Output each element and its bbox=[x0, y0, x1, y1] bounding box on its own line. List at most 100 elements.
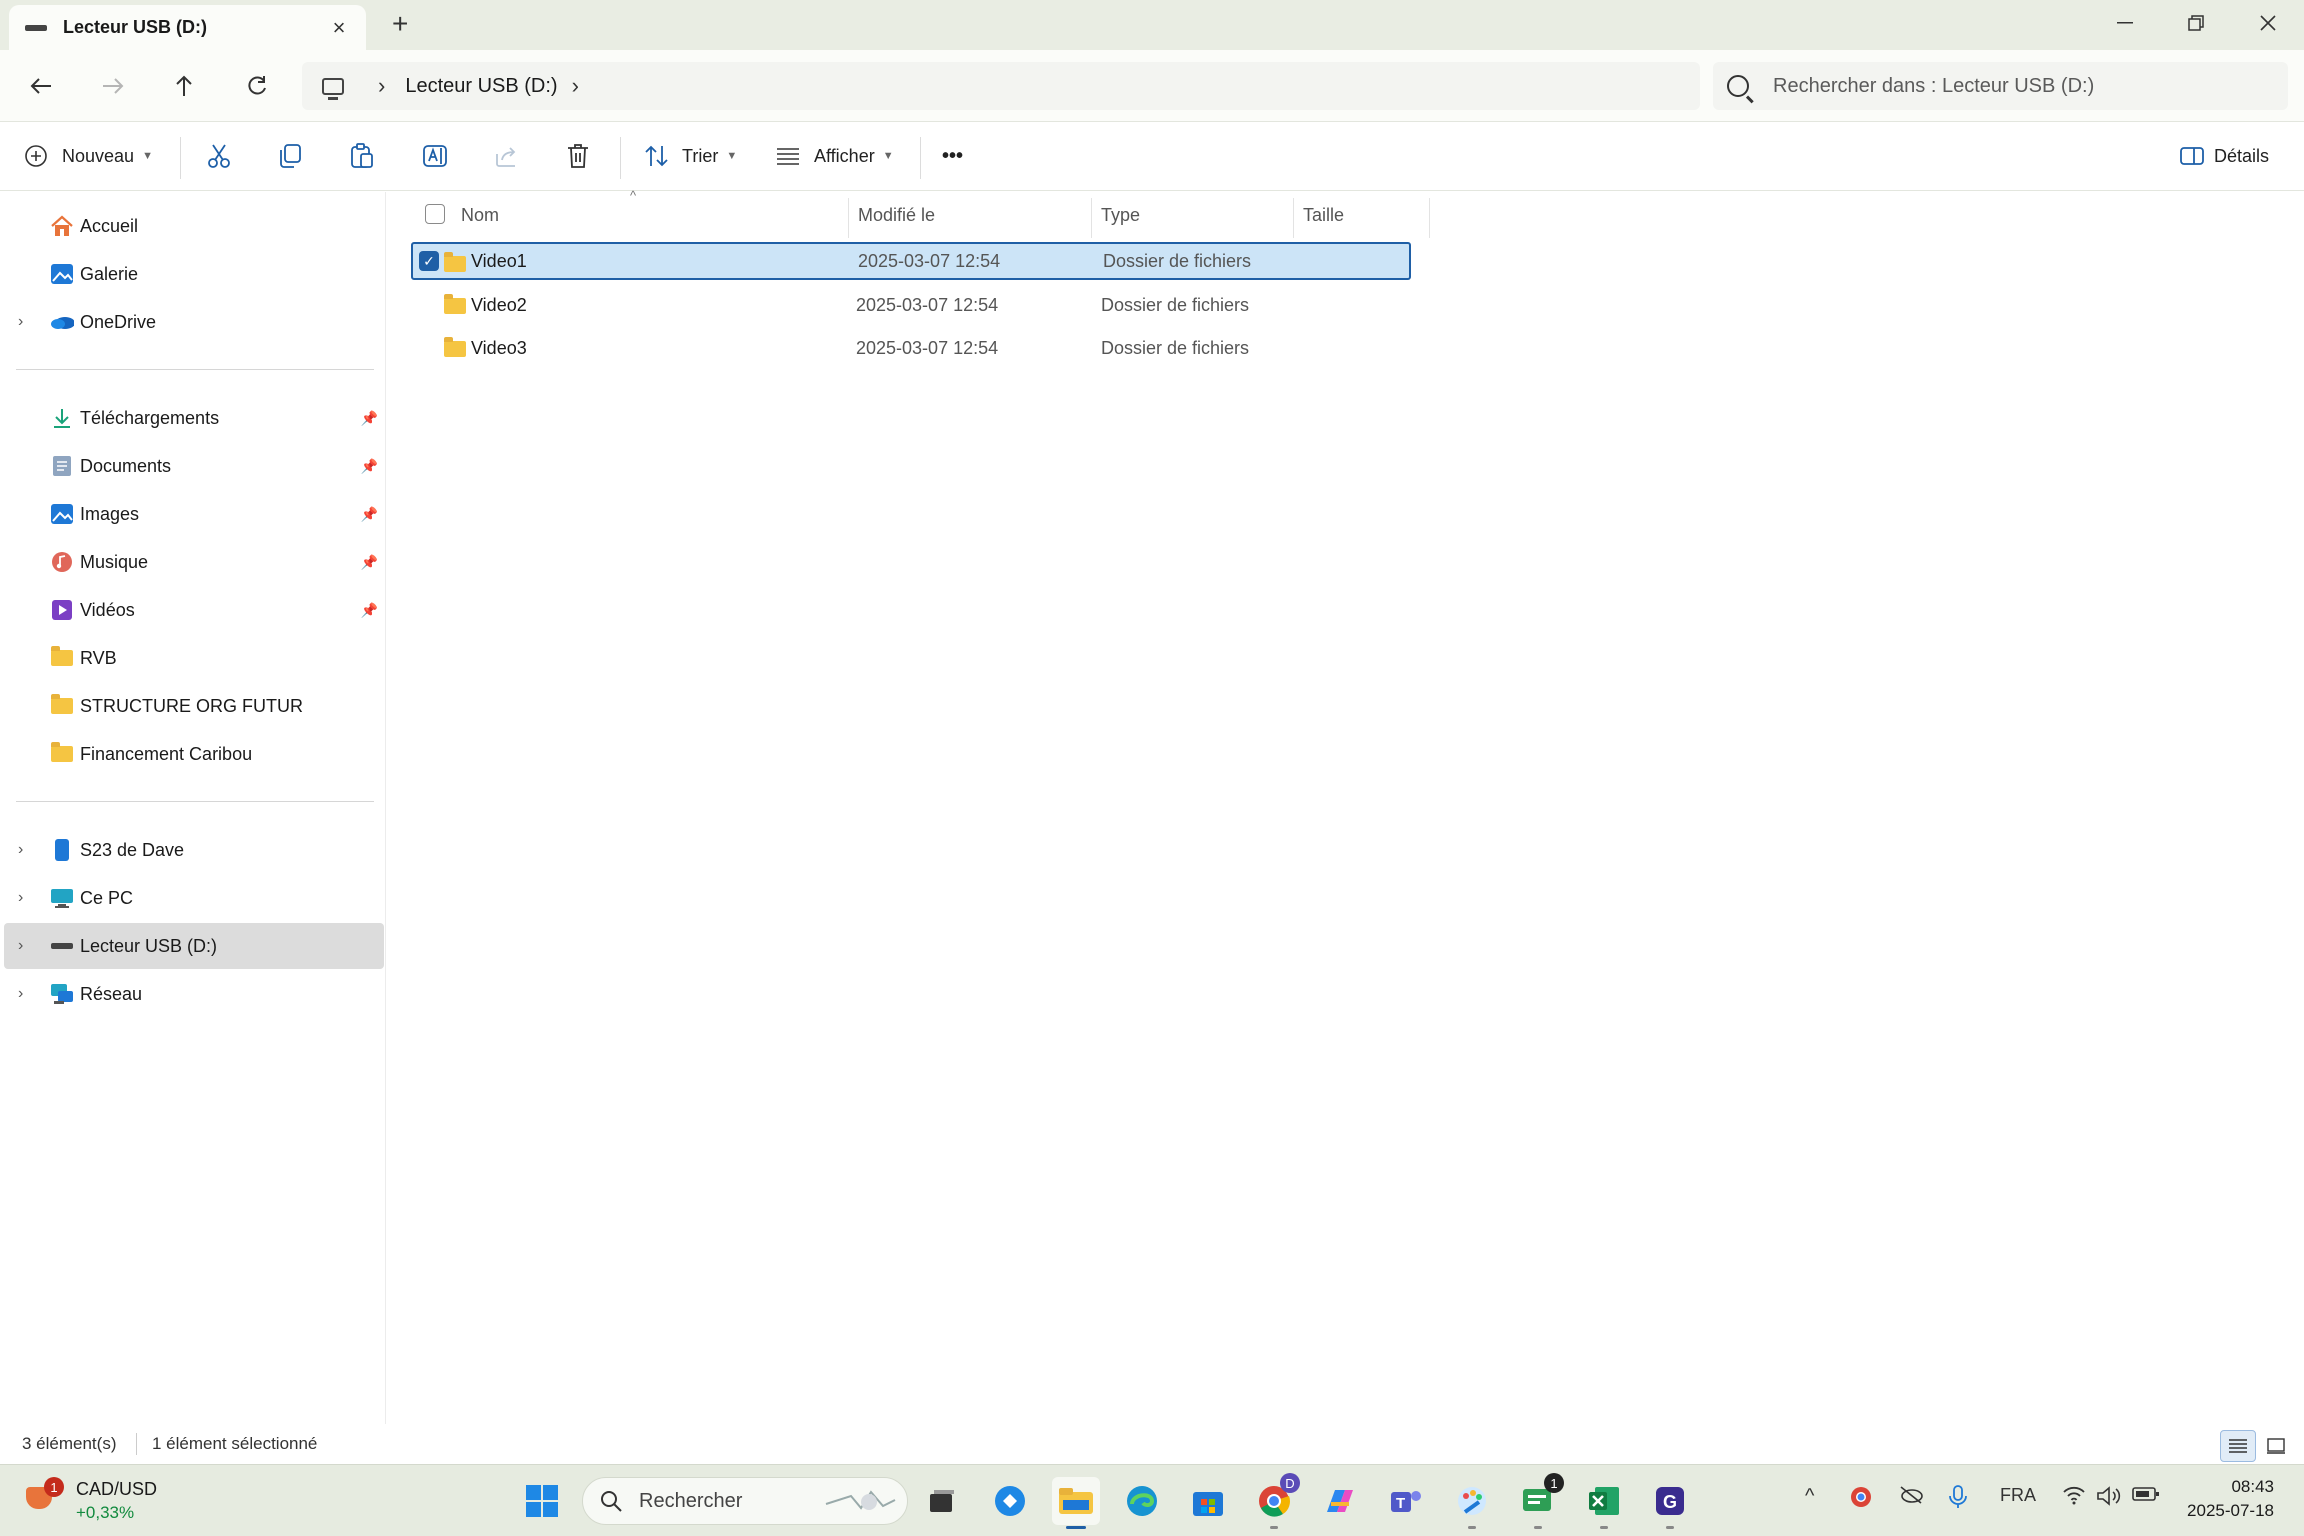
column-header-type[interactable]: Type bbox=[1101, 192, 1140, 238]
sidebar-item-financement-caribou[interactable]: Financement Caribou bbox=[4, 731, 384, 777]
chevron-right-icon[interactable]: › bbox=[572, 73, 579, 99]
chevron-down-icon: ▼ bbox=[882, 150, 894, 162]
address-bar[interactable]: › Lecteur USB (D:) › bbox=[302, 62, 1700, 110]
sidebar-item-label: STRUCTURE ORG FUTUR bbox=[80, 695, 303, 716]
title-bar: Lecteur USB (D:) × + bbox=[0, 0, 2304, 50]
pin-icon[interactable]: 📌 bbox=[361, 554, 378, 571]
new-tab-button[interactable]: + bbox=[392, 8, 408, 40]
column-separator[interactable] bbox=[1429, 198, 1430, 238]
breadcrumb-lecteur-usb[interactable]: Lecteur USB (D:) bbox=[405, 75, 557, 98]
rename-button[interactable] bbox=[422, 134, 448, 178]
sidebar-item-images[interactable]: Images 📌 bbox=[4, 491, 384, 537]
task-view-button[interactable] bbox=[918, 1477, 966, 1525]
onedrive-offline-icon[interactable] bbox=[1898, 1485, 1924, 1511]
column-header-size[interactable]: Taille bbox=[1303, 192, 1344, 238]
chevron-right-icon[interactable]: › bbox=[378, 73, 385, 99]
clock[interactable]: 08:43 2025-07-18 bbox=[2187, 1475, 2274, 1523]
wifi-icon[interactable] bbox=[2062, 1485, 2086, 1511]
copilot-app[interactable] bbox=[1316, 1477, 1364, 1525]
search-highlight-icon bbox=[825, 1490, 896, 1510]
refresh-button[interactable] bbox=[233, 62, 281, 110]
paint-app[interactable] bbox=[1448, 1477, 1496, 1529]
table-row[interactable]: Video3 2025-03-07 12:54 Dossier de fichi… bbox=[413, 329, 1409, 367]
sidebar-item-ce-pc[interactable]: › Ce PC bbox=[4, 875, 384, 921]
folder-icon bbox=[50, 694, 74, 717]
delete-button[interactable] bbox=[566, 134, 590, 178]
sidebar-item-galerie[interactable]: Galerie bbox=[4, 251, 384, 297]
column-separator[interactable] bbox=[1293, 198, 1294, 238]
select-all-checkbox[interactable] bbox=[425, 204, 445, 224]
close-window-button[interactable] bbox=[2232, 0, 2304, 46]
microphone-icon[interactable] bbox=[1948, 1485, 1968, 1515]
copy-button[interactable] bbox=[278, 134, 302, 178]
chrome-app[interactable]: D bbox=[1250, 1473, 1300, 1529]
column-header-modified[interactable]: Modifié le bbox=[858, 192, 935, 238]
sidebar-item-reseau[interactable]: › Réseau bbox=[4, 971, 384, 1017]
sidebar-item-lecteur-usb[interactable]: › Lecteur USB (D:) bbox=[4, 923, 384, 969]
search-box[interactable]: Rechercher dans : Lecteur USB (D:) bbox=[1713, 62, 2288, 110]
share-button[interactable] bbox=[494, 134, 520, 178]
pin-icon[interactable]: 📌 bbox=[361, 458, 378, 475]
widgets-button[interactable]: 1 CAD/USD +0,33% bbox=[26, 1475, 158, 1527]
row-checkbox-checked[interactable]: ✓ bbox=[419, 251, 439, 271]
pin-icon[interactable]: 📌 bbox=[361, 410, 378, 427]
chevron-right-icon[interactable]: › bbox=[18, 841, 23, 859]
start-button[interactable] bbox=[518, 1477, 566, 1525]
column-header-name[interactable]: Nom bbox=[461, 192, 499, 238]
back-button[interactable] bbox=[17, 62, 65, 110]
sidebar-item-telechargements[interactable]: Téléchargements 📌 bbox=[4, 395, 384, 441]
widget-title: CAD/USD bbox=[76, 1479, 158, 1499]
language-indicator[interactable]: FRA bbox=[2000, 1485, 2036, 1506]
sidebar-item-rvb[interactable]: RVB bbox=[4, 635, 384, 681]
more-options-button[interactable]: ••• bbox=[942, 134, 963, 178]
store-app[interactable] bbox=[1184, 1477, 1232, 1525]
column-separator[interactable] bbox=[848, 198, 849, 238]
excel-app[interactable] bbox=[1580, 1477, 1628, 1529]
paste-button[interactable] bbox=[350, 134, 374, 178]
tiles-view-button[interactable] bbox=[2258, 1430, 2294, 1462]
close-tab-icon[interactable]: × bbox=[328, 15, 350, 41]
copilot-preview-app[interactable] bbox=[986, 1477, 1034, 1525]
running-indicator bbox=[1534, 1526, 1542, 1529]
folder-icon bbox=[444, 252, 466, 272]
sidebar-item-documents[interactable]: Documents 📌 bbox=[4, 443, 384, 489]
table-row[interactable]: Video2 2025-03-07 12:54 Dossier de fichi… bbox=[413, 286, 1409, 324]
app-g[interactable]: G bbox=[1646, 1477, 1694, 1529]
chevron-up-icon[interactable]: ^ bbox=[1805, 1485, 1814, 1508]
forward-button[interactable] bbox=[89, 62, 137, 110]
edge-app[interactable] bbox=[1118, 1477, 1166, 1525]
chrome-tray-icon[interactable] bbox=[1849, 1485, 1873, 1515]
sidebar-item-onedrive[interactable]: › OneDrive bbox=[4, 299, 384, 345]
sidebar-item-musique[interactable]: Musique 📌 bbox=[4, 539, 384, 585]
chat-app[interactable]: 1 bbox=[1514, 1473, 1564, 1529]
sidebar-item-accueil[interactable]: Accueil bbox=[4, 203, 384, 249]
running-indicator bbox=[1066, 1526, 1086, 1529]
sidebar-item-videos[interactable]: Vidéos 📌 bbox=[4, 587, 384, 633]
details-button[interactable]: Détails bbox=[2180, 134, 2269, 178]
sort-button[interactable]: Trier ▼ bbox=[644, 134, 737, 178]
chevron-right-icon[interactable]: › bbox=[18, 313, 23, 331]
volume-icon[interactable] bbox=[2096, 1485, 2122, 1513]
chevron-right-icon[interactable]: › bbox=[18, 889, 23, 907]
pin-icon[interactable]: 📌 bbox=[361, 506, 378, 523]
teams-app[interactable]: T bbox=[1382, 1477, 1430, 1525]
tab-lecteur-usb[interactable]: Lecteur USB (D:) × bbox=[9, 5, 366, 50]
restore-button[interactable] bbox=[2160, 0, 2232, 46]
table-row[interactable]: ✓ Video1 2025-03-07 12:54 Dossier de fic… bbox=[411, 242, 1411, 280]
taskbar-search[interactable]: Rechercher bbox=[582, 1477, 908, 1525]
trash-icon bbox=[568, 144, 588, 168]
sidebar-item-structure-org-futur[interactable]: STRUCTURE ORG FUTUR bbox=[4, 683, 384, 729]
file-explorer-app[interactable] bbox=[1052, 1477, 1100, 1529]
pin-icon[interactable]: 📌 bbox=[361, 602, 378, 619]
details-view-button[interactable] bbox=[2220, 1430, 2256, 1462]
cut-button[interactable] bbox=[206, 134, 232, 178]
column-separator[interactable] bbox=[1091, 198, 1092, 238]
sidebar-item-s23-de-dave[interactable]: › S23 de Dave bbox=[4, 827, 384, 873]
up-button[interactable] bbox=[160, 62, 208, 110]
chevron-right-icon[interactable]: › bbox=[18, 985, 23, 1003]
new-button[interactable]: Nouveau ▼ bbox=[24, 134, 153, 178]
chevron-right-icon[interactable]: › bbox=[18, 937, 23, 955]
view-button[interactable]: Afficher ▼ bbox=[776, 134, 894, 178]
minimize-button[interactable] bbox=[2089, 0, 2161, 46]
battery-icon[interactable] bbox=[2132, 1485, 2160, 1508]
